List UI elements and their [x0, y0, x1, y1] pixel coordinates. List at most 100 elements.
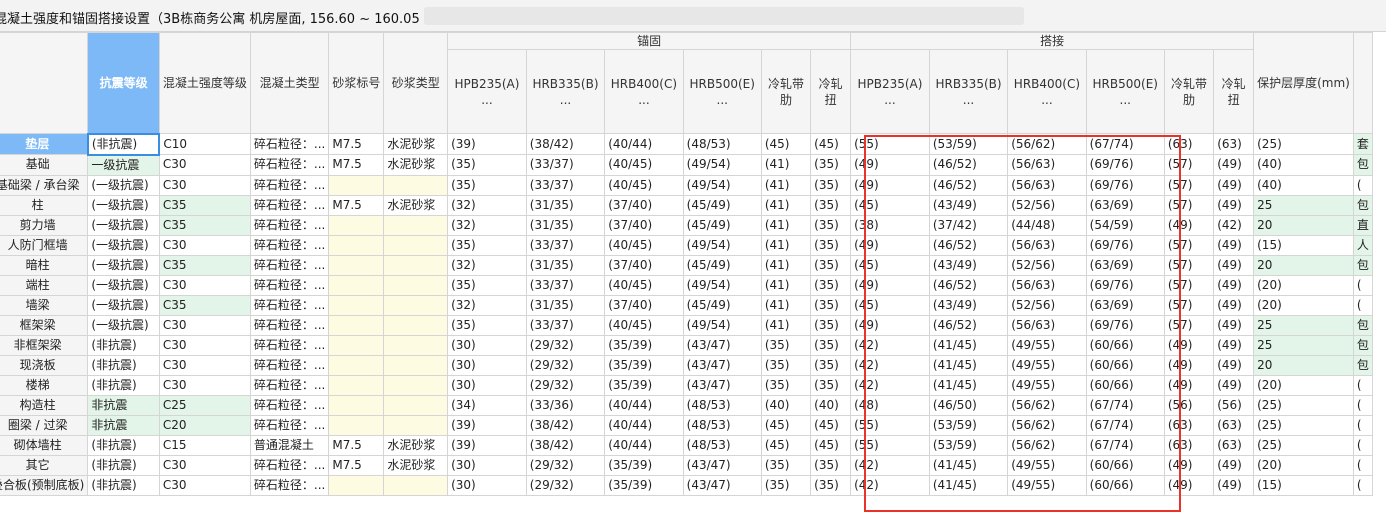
- anchor-cell[interactable]: (35): [810, 274, 852, 296]
- anchor-cell[interactable]: (35): [760, 454, 812, 476]
- mortar-grade-cell[interactable]: [328, 294, 385, 316]
- mortar-type-cell[interactable]: [383, 234, 449, 256]
- seismic-cell[interactable]: (非抗震): [87, 434, 160, 456]
- table-row[interactable]: 框架梁 (一级抗震) C30 碎石粒径：... (35) (33/37) (40/45) (4…: [0, 314, 1374, 336]
- lap-cell[interactable]: (60/66): [1085, 374, 1165, 396]
- lap-cell[interactable]: (53/59): [928, 133, 1009, 155]
- concrete-grade-cell[interactable]: C30: [158, 174, 251, 196]
- anchor-cell[interactable]: (45): [810, 414, 852, 436]
- anchor-cell[interactable]: (45/49): [682, 194, 762, 216]
- mortar-type-cell[interactable]: [383, 214, 449, 236]
- anchor-cell[interactable]: (45/49): [682, 254, 762, 276]
- mortar-grade-cell[interactable]: [328, 254, 385, 276]
- anchor-cell[interactable]: (35): [760, 374, 812, 396]
- anchor-cell[interactable]: (30): [447, 334, 527, 356]
- mortar-type-cell[interactable]: [383, 174, 449, 196]
- concrete-type-cell[interactable]: 碎石粒径：...: [249, 334, 330, 356]
- anchor-cell[interactable]: (33/36): [525, 394, 606, 416]
- lap-cell[interactable]: (56): [1213, 394, 1255, 416]
- cover-cell[interactable]: 25: [1253, 314, 1354, 336]
- anchor-cell[interactable]: (40/45): [604, 274, 684, 296]
- mortar-grade-cell[interactable]: [328, 414, 385, 436]
- anchor-cell[interactable]: (35): [447, 234, 527, 256]
- anchor-cell[interactable]: (41): [760, 194, 812, 216]
- mortar-type-cell[interactable]: [383, 354, 449, 376]
- anchor-cell[interactable]: (34): [447, 394, 527, 416]
- concrete-type-cell[interactable]: 碎石粒径：...: [249, 174, 330, 196]
- lap-cell[interactable]: (49): [850, 274, 930, 296]
- lap-cell[interactable]: (45): [850, 254, 930, 276]
- seismic-cell[interactable]: (非抗震): [87, 334, 160, 356]
- concrete-type-cell[interactable]: 碎石粒径：...: [249, 294, 330, 316]
- anchor-cell[interactable]: (38/42): [525, 133, 606, 155]
- lap-cell[interactable]: (48): [850, 394, 930, 416]
- anchor-cell[interactable]: (40/45): [604, 314, 684, 336]
- cover-cell[interactable]: (25): [1253, 414, 1354, 436]
- header-mortar-grade[interactable]: 砂浆标号: [328, 32, 385, 134]
- anchor-cell[interactable]: (29/32): [525, 454, 606, 476]
- lap-cell[interactable]: (42): [850, 454, 930, 476]
- header-concrete-grade[interactable]: 混凝土强度等级: [158, 32, 251, 134]
- anchor-cell[interactable]: (37/40): [604, 294, 684, 316]
- mortar-grade-cell[interactable]: M7.5: [328, 133, 385, 155]
- anchor-cell[interactable]: (29/32): [525, 354, 606, 376]
- lap-cell[interactable]: (56/63): [1007, 174, 1087, 196]
- mortar-grade-cell[interactable]: M7.5: [328, 154, 385, 176]
- lap-cell[interactable]: (44/48): [1007, 214, 1087, 236]
- table-row[interactable]: 基础 一级抗震 C30 碎石粒径：... M7.5 水泥砂浆 (35) (33/37) (40/…: [0, 154, 1374, 176]
- seismic-cell[interactable]: (一级抗震): [87, 174, 160, 196]
- lap-cell[interactable]: (69/76): [1085, 274, 1165, 296]
- extra-cell[interactable]: (: [1352, 294, 1374, 316]
- lap-cell[interactable]: (60/66): [1085, 474, 1165, 496]
- anchor-cell[interactable]: (48/53): [682, 414, 762, 436]
- mortar-grade-cell[interactable]: M7.5: [328, 454, 385, 476]
- concrete-grade-cell[interactable]: C30: [158, 274, 251, 296]
- seismic-cell[interactable]: (非抗震): [87, 354, 160, 376]
- lap-cell[interactable]: (63): [1213, 414, 1255, 436]
- anchor-cell[interactable]: (43/47): [682, 474, 762, 496]
- anchor-cell[interactable]: (35): [810, 454, 852, 476]
- lap-cell[interactable]: (60/66): [1085, 354, 1165, 376]
- seismic-cell[interactable]: (一级抗震): [87, 254, 160, 276]
- anchor-cell[interactable]: (45/49): [682, 214, 762, 236]
- lap-cell[interactable]: (49): [1213, 194, 1255, 216]
- cover-cell[interactable]: (15): [1253, 474, 1354, 496]
- anchor-cell[interactable]: (49/54): [682, 174, 762, 196]
- anchor-cell[interactable]: (48/53): [682, 133, 762, 155]
- seismic-cell[interactable]: (非抗震): [87, 474, 160, 496]
- lap-cell[interactable]: (49): [1163, 454, 1215, 476]
- lap-cell[interactable]: (67/74): [1085, 434, 1165, 456]
- table-row[interactable]: 端柱 (一级抗震) C30 碎石粒径：... (35) (33/37) (40/45) (49…: [0, 274, 1374, 296]
- anchor-cell[interactable]: (35): [810, 294, 852, 316]
- table-row[interactable]: 基础梁 / 承台梁 (一级抗震) C30 碎石粒径：... (35) (33/37) (40…: [0, 174, 1374, 196]
- table-row[interactable]: 叠合板(预制底板) (非抗震) C30 碎石粒径：... (30) (29/32) (35/…: [0, 474, 1374, 496]
- mortar-type-cell[interactable]: 水泥砂浆: [383, 154, 449, 176]
- lap-cell[interactable]: (56): [1163, 394, 1215, 416]
- cover-cell[interactable]: (25): [1253, 394, 1354, 416]
- header-lap-4[interactable]: 冷轧带肋: [1163, 49, 1215, 134]
- extra-cell[interactable]: (: [1352, 474, 1374, 496]
- concrete-grade-cell[interactable]: C35: [158, 214, 251, 236]
- lap-cell[interactable]: (49): [850, 174, 930, 196]
- mortar-type-cell[interactable]: 水泥砂浆: [383, 133, 449, 155]
- lap-cell[interactable]: (49): [1213, 154, 1255, 176]
- concrete-type-cell[interactable]: 碎石粒径：...: [249, 274, 330, 296]
- lap-cell[interactable]: (49): [850, 234, 930, 256]
- anchor-cell[interactable]: (33/37): [525, 174, 606, 196]
- lap-cell[interactable]: (49): [1213, 454, 1255, 476]
- lap-cell[interactable]: (57): [1163, 294, 1215, 316]
- extra-cell[interactable]: (: [1352, 434, 1374, 456]
- lap-cell[interactable]: (46/52): [928, 234, 1009, 256]
- lap-cell[interactable]: (38): [850, 214, 930, 236]
- concrete-type-cell[interactable]: 碎石粒径：...: [249, 414, 330, 436]
- mortar-type-cell[interactable]: [383, 394, 449, 416]
- lap-cell[interactable]: (56/63): [1007, 314, 1087, 336]
- table-row[interactable]: 暗柱 (一级抗震) C35 碎石粒径：... (32) (31/35) (37/40) (45…: [0, 254, 1374, 276]
- anchor-cell[interactable]: (35): [810, 154, 852, 176]
- lap-cell[interactable]: (49): [1163, 374, 1215, 396]
- anchor-cell[interactable]: (41): [760, 294, 812, 316]
- table-row[interactable]: 现浇板 (非抗震) C30 碎石粒径：... (30) (29/32) (35/39) (43…: [0, 354, 1374, 376]
- lap-cell[interactable]: (49/55): [1007, 354, 1087, 376]
- table-row[interactable]: 柱 (一级抗震) C35 碎石粒径：... M7.5 水泥砂浆 (32) (31/35) (37…: [0, 194, 1374, 216]
- lap-cell[interactable]: (67/74): [1085, 133, 1165, 155]
